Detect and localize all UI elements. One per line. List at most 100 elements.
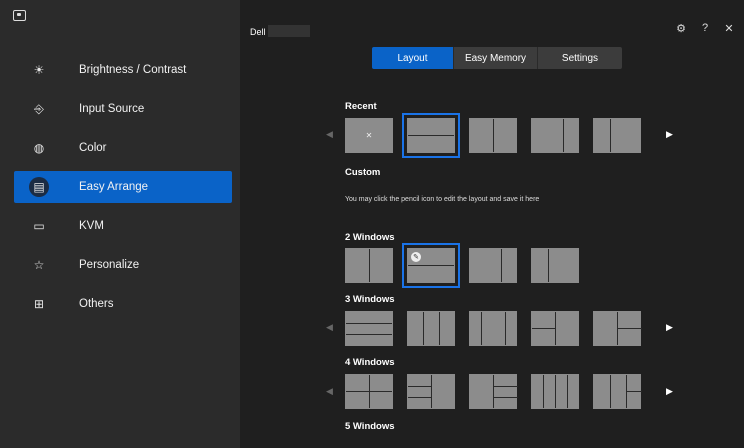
tab-layout[interactable]: Layout xyxy=(372,47,454,69)
two-window-layout-vertical-wide[interactable] xyxy=(469,248,517,283)
layout-divider xyxy=(563,119,564,152)
three-scroll-right-icon[interactable]: ▶ xyxy=(666,322,673,333)
custom-help-text: You may click the pencil icon to edit th… xyxy=(345,196,540,203)
two-window-layouts: ✎ xyxy=(345,243,579,288)
layout-divider xyxy=(408,135,454,136)
sidebar-item-label: KVM xyxy=(79,220,104,232)
layout-divider xyxy=(493,375,494,408)
settings-gear-icon[interactable]: ⚙ xyxy=(676,22,686,35)
others-icon: ⊞ xyxy=(33,297,45,311)
main-panel: Dell ⚙ ? ✕ Layout Easy Memory Settings R… xyxy=(240,0,744,448)
sidebar: ☀ Brightness / Contrast ⎆ Input Source ◍… xyxy=(0,0,240,448)
recent-layout-clear[interactable]: ✕ xyxy=(345,118,393,153)
four-window-layout-right-stack[interactable] xyxy=(407,374,455,409)
three-windows-heading: 3 Windows xyxy=(345,294,395,305)
recent-layout-2-horizontal[interactable] xyxy=(402,113,460,158)
tab-bar: Layout Easy Memory Settings xyxy=(372,47,622,69)
layout-divider xyxy=(346,334,392,335)
layout-divider xyxy=(439,312,440,345)
input-source-icon: ⎆ xyxy=(34,101,44,116)
four-window-layout-columns[interactable] xyxy=(531,374,579,409)
layout-divider xyxy=(493,386,518,387)
sidebar-item-color[interactable]: ◍ Color xyxy=(14,132,232,164)
four-window-layout-left-stack[interactable] xyxy=(469,374,518,409)
monitor-app-icon xyxy=(13,10,26,21)
three-window-layout-right-split[interactable] xyxy=(593,311,642,346)
four-scroll-right-icon[interactable]: ▶ xyxy=(666,386,673,397)
sidebar-item-brightness-contrast[interactable]: ☀ Brightness / Contrast xyxy=(14,54,232,86)
layout-divider xyxy=(408,397,431,398)
layout-divider xyxy=(481,312,482,345)
layout-divider xyxy=(505,312,506,345)
window-controls: ⚙ ? ✕ xyxy=(676,22,734,35)
layout-divider xyxy=(493,397,518,398)
layout-divider xyxy=(369,249,370,282)
layout-divider xyxy=(567,375,568,408)
two-window-layout-horizontal[interactable]: ✎ xyxy=(402,243,460,288)
clear-layout-icon: ✕ xyxy=(365,131,373,140)
four-window-layout-grid[interactable] xyxy=(345,374,393,409)
recent-scroll-left-icon[interactable]: ◀ xyxy=(326,129,333,140)
four-scroll-left-icon[interactable]: ◀ xyxy=(326,386,333,397)
three-scroll-left-icon[interactable]: ◀ xyxy=(326,322,333,333)
two-window-layout-vertical-narrow[interactable] xyxy=(531,248,579,283)
layout-divider xyxy=(346,323,392,324)
layout-divider xyxy=(532,328,555,329)
kvm-icon: ▭ xyxy=(33,219,45,233)
monitor-model-placeholder xyxy=(268,25,310,37)
color-icon: ◍ xyxy=(33,141,45,155)
four-window-layout-mixed[interactable] xyxy=(593,374,642,409)
layout-divider xyxy=(555,312,556,345)
sidebar-item-others[interactable]: ⊞ Others xyxy=(14,288,232,320)
layout-divider xyxy=(626,391,642,392)
recent-heading: Recent xyxy=(345,101,377,112)
sidebar-item-label: Color xyxy=(79,142,107,154)
five-windows-heading: 5 Windows xyxy=(345,421,395,432)
layout-divider xyxy=(408,265,454,266)
layout-divider xyxy=(493,119,494,152)
sidebar-item-easy-arrange[interactable]: ▤ Easy Arrange xyxy=(14,171,232,203)
two-windows-heading: 2 Windows xyxy=(345,232,395,243)
layout-divider xyxy=(423,312,424,345)
sidebar-item-label: Personalize xyxy=(79,259,140,271)
recent-layout-2-vertical-wide[interactable] xyxy=(531,118,579,153)
sidebar-item-kvm[interactable]: ▭ KVM xyxy=(14,210,232,242)
pencil-edit-icon[interactable]: ✎ xyxy=(411,252,421,262)
layout-divider xyxy=(610,375,611,408)
three-window-layout-left-split[interactable] xyxy=(531,311,579,346)
layout-divider xyxy=(431,375,432,408)
three-window-layout-wide-center[interactable] xyxy=(469,311,517,346)
sidebar-nav: ☀ Brightness / Contrast ⎆ Input Source ◍… xyxy=(14,54,232,327)
sidebar-item-label: Easy Arrange xyxy=(79,181,149,193)
monitor-brand: Dell xyxy=(250,27,266,37)
layout-divider xyxy=(548,249,549,282)
recent-layout-2-vertical-narrow[interactable] xyxy=(593,118,641,153)
sidebar-item-label: Input Source xyxy=(79,103,145,115)
layout-divider xyxy=(408,386,431,387)
layout-divider xyxy=(555,375,556,408)
layout-divider xyxy=(501,249,502,282)
brightness-icon: ☀ xyxy=(33,63,45,77)
sidebar-item-label: Brightness / Contrast xyxy=(79,64,187,76)
custom-heading: Custom xyxy=(345,167,381,178)
layout-divider xyxy=(543,375,544,408)
four-windows-heading: 4 Windows xyxy=(345,357,395,368)
recent-scroll-right-icon[interactable]: ▶ xyxy=(666,129,673,140)
personalize-icon: ☆ xyxy=(33,258,45,272)
help-icon[interactable]: ? xyxy=(700,22,710,35)
easy-arrange-icon: ▤ xyxy=(29,177,49,197)
sidebar-item-label: Others xyxy=(79,298,114,310)
three-window-layout-rows[interactable] xyxy=(345,311,393,346)
tab-easy-memory[interactable]: Easy Memory xyxy=(454,47,538,69)
three-window-layout-columns[interactable] xyxy=(407,311,455,346)
three-window-layouts xyxy=(345,311,642,346)
two-window-layout-vertical[interactable] xyxy=(345,248,393,283)
sidebar-item-personalize[interactable]: ☆ Personalize xyxy=(14,249,232,281)
recent-layouts: ✕ xyxy=(345,113,641,158)
close-icon[interactable]: ✕ xyxy=(724,22,734,35)
recent-layout-2-vertical[interactable] xyxy=(469,118,517,153)
tab-settings[interactable]: Settings xyxy=(538,47,622,69)
four-window-layouts xyxy=(345,374,642,409)
layout-divider xyxy=(617,328,642,329)
sidebar-item-input-source[interactable]: ⎆ Input Source xyxy=(14,93,232,125)
